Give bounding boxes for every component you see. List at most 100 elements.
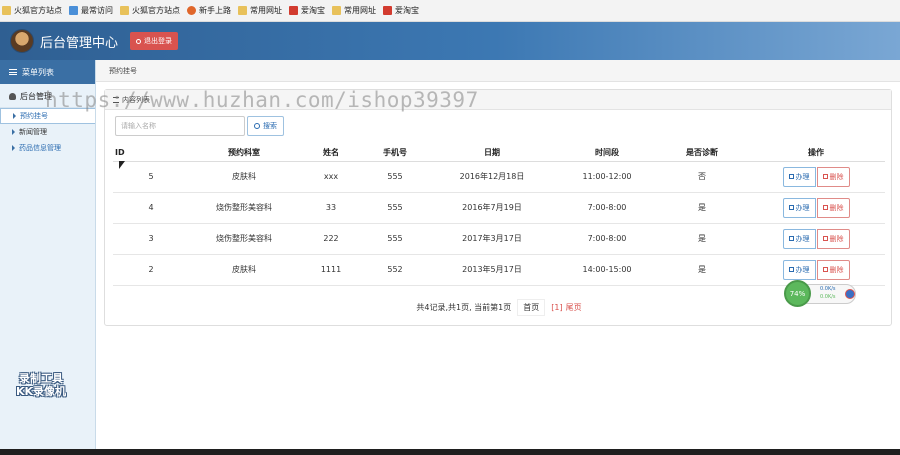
bookmark-label: 火狐官方站点 [14, 6, 62, 15]
delete-button[interactable]: 删除 [816, 259, 850, 280]
firefox-icon [187, 6, 196, 15]
caret-right-icon [13, 113, 16, 119]
delete-button[interactable]: 删除 [816, 197, 850, 218]
sidebar-submenu: 预约挂号 新闻管理 药品信息管理 [0, 108, 95, 156]
breadcrumb: 预约挂号 [96, 60, 900, 82]
process-button[interactable]: 办理 [782, 228, 816, 249]
bookmark-item[interactable]: 火狐官方站点 [120, 5, 180, 16]
bookmarks-bar: 火狐官方站点 最常访问 火狐官方站点 新手上路 常用网址 爱淘宝 常用网址 爱淘… [0, 0, 900, 22]
folder-icon [238, 6, 247, 15]
bookmark-label: 常用网址 [250, 6, 282, 15]
cell-date: 2016年7月19日 [427, 192, 557, 224]
search-bar: 搜索 [115, 116, 284, 136]
current-page-link[interactable]: [1] [551, 303, 562, 312]
folder-icon [2, 6, 11, 15]
sidebar-item-label: 药品信息管理 [19, 144, 61, 152]
bookmark-item[interactable]: 最常访问 [69, 5, 113, 16]
avatar [10, 29, 34, 53]
bookmark-label: 常用网址 [344, 6, 376, 15]
pagination: 共4记录,共1页, 当前第1页 首页 [1] 尾页 [105, 299, 893, 316]
cell-department: 皮肤科 [189, 161, 299, 193]
delete-label: 删除 [829, 172, 844, 181]
cell-name: 33 [299, 192, 363, 224]
taobao-icon [383, 6, 392, 15]
search-button[interactable]: 搜索 [247, 116, 284, 136]
cell-id: 2 [113, 254, 189, 286]
bookmark-label: 火狐官方站点 [132, 6, 180, 15]
app-header: 后台管理中心 退出登录 [0, 22, 900, 60]
download-speed: 0.0K/s [820, 294, 836, 300]
process-label: 办理 [795, 172, 810, 181]
delete-label: 删除 [829, 234, 844, 243]
sidebar: 菜单列表 后台管理 预约挂号 新闻管理 药品信息管理 录制工具 KK录像机 [0, 60, 96, 449]
cell-diagnosed: 是 [657, 223, 747, 255]
cell-date: 2013年5月17日 [427, 254, 557, 286]
pagination-summary: 共4记录,共1页, 当前第1页 [416, 303, 512, 312]
content-panel: 内容列表 搜索 ID 预约科室 姓名 手机号 日期 时间段 是否诊断 操作 5 … [104, 89, 892, 326]
cell-name: 1111 [299, 254, 363, 286]
folder-icon [332, 6, 341, 15]
process-button[interactable]: 办理 [782, 259, 816, 280]
watermark: https://www.huzhan.com/ishop39397 [45, 88, 479, 112]
speed-percent: 74% [784, 280, 811, 307]
cell-name: xxx [299, 161, 363, 193]
recorder-logo: 录制工具 KK录像机 [16, 372, 66, 398]
sidebar-item-drugs[interactable]: 药品信息管理 [0, 140, 95, 156]
cell-diagnosed: 是 [657, 192, 747, 224]
last-page-link[interactable]: 尾页 [566, 302, 582, 313]
bookmark-item[interactable]: 火狐官方站点 [2, 5, 62, 16]
cell-actions: 办理 删除 [747, 192, 885, 224]
column-header: 预约科室 [189, 145, 299, 162]
bookmark-item[interactable]: 爱淘宝 [289, 5, 325, 16]
column-header: 是否诊断 [657, 145, 747, 162]
first-page-link[interactable]: 首页 [517, 299, 546, 316]
process-label: 办理 [795, 203, 810, 212]
trash-icon [822, 174, 828, 179]
mouse-cursor-icon [119, 161, 125, 169]
cell-phone: 552 [363, 254, 427, 286]
bookmark-item[interactable]: 常用网址 [332, 5, 376, 16]
menu-title: 菜单列表 [22, 67, 54, 77]
sidebar-menu-header[interactable]: 菜单列表 [0, 60, 95, 84]
delete-button[interactable]: 删除 [816, 166, 850, 187]
edit-icon [788, 174, 794, 179]
accelerator-icon [845, 289, 855, 299]
cell-actions: 办理 删除 [747, 161, 885, 193]
cell-date: 2016年12月18日 [427, 161, 557, 193]
logout-button[interactable]: 退出登录 [130, 32, 179, 50]
sidebar-item-news[interactable]: 新闻管理 [0, 124, 95, 140]
process-label: 办理 [795, 234, 810, 243]
process-button[interactable]: 办理 [782, 166, 816, 187]
process-button[interactable]: 办理 [782, 197, 816, 218]
cell-time-slot: 7:00-8:00 [557, 192, 657, 224]
search-button-label: 搜索 [263, 122, 277, 130]
sidebar-item-label: 新闻管理 [19, 128, 47, 136]
cell-department: 烧伤整形美容科 [189, 192, 299, 224]
taobao-icon [289, 6, 298, 15]
edit-icon [788, 236, 794, 241]
table-row: 3 烧伤整形美容科 222 555 2017年3月17日 7:00-8:00 是… [113, 223, 885, 255]
column-header: 手机号 [363, 145, 427, 162]
bookmark-item[interactable]: 爱淘宝 [383, 5, 419, 16]
cell-name: 222 [299, 223, 363, 255]
logout-label: 退出登录 [144, 37, 173, 45]
cell-time-slot: 11:00-12:00 [557, 161, 657, 193]
column-header: 操作 [747, 145, 885, 162]
cell-department: 皮肤科 [189, 254, 299, 286]
bookmark-item[interactable]: 常用网址 [238, 5, 282, 16]
cell-diagnosed: 否 [657, 161, 747, 193]
table-row: 2 皮肤科 1111 552 2013年5月17日 14:00-15:00 是 … [113, 254, 885, 286]
cell-time-slot: 14:00-15:00 [557, 254, 657, 286]
column-header: 日期 [427, 145, 557, 162]
bookmark-item[interactable]: 新手上路 [187, 5, 231, 16]
delete-button[interactable]: 删除 [816, 228, 850, 249]
column-header: ID [113, 145, 189, 162]
network-speed-widget[interactable]: 74% 0.0K/s 0.0K/s [784, 280, 859, 308]
cell-id: 3 [113, 223, 189, 255]
power-icon [136, 38, 142, 44]
cell-diagnosed: 是 [657, 254, 747, 286]
cell-id: 4 [113, 192, 189, 224]
bookmark-label: 爱淘宝 [301, 6, 325, 15]
search-input[interactable] [115, 116, 245, 136]
bookmark-label: 新手上路 [199, 6, 231, 15]
